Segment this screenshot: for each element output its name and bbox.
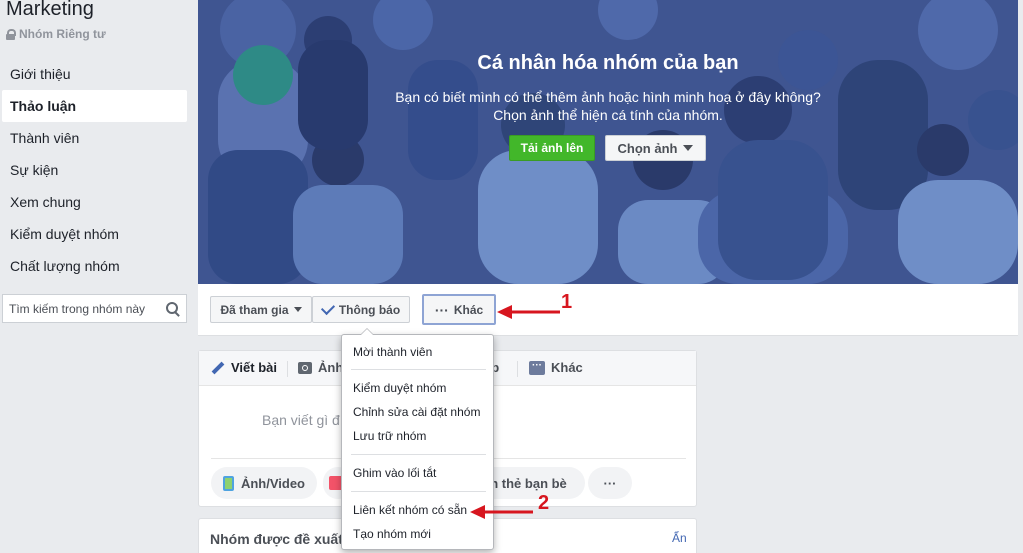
sidebar-item-watch-party[interactable]: Xem chung <box>0 186 187 218</box>
cover-title: Cá nhân hóa nhóm của bạn <box>477 52 739 74</box>
group-search-input[interactable] <box>9 301 159 316</box>
menu-item-pin-shortcut[interactable]: Ghim vào lối tắt <box>353 466 436 480</box>
more-options-chip[interactable]: ··· <box>588 467 632 499</box>
sidebar-item-members[interactable]: Thành viên <box>0 122 187 154</box>
check-icon <box>320 300 335 315</box>
tab-divider <box>517 361 518 377</box>
pencil-icon <box>211 361 225 374</box>
photo-icon <box>223 475 234 491</box>
more-dropdown-menu: Mời thành viên Kiểm duyệt nhóm Chỉnh sửa… <box>341 328 494 550</box>
lock-icon <box>6 28 16 40</box>
tab-photo[interactable]: Ảnh <box>298 360 343 375</box>
menu-item-archive-group[interactable]: Lưu trữ nhóm <box>353 429 426 443</box>
annotation-number-2: 2 <box>538 492 550 514</box>
group-name[interactable]: Marketing <box>6 0 94 21</box>
cover-description-2: Chọn ảnh thể hiện cá tính của nhóm. <box>493 107 723 123</box>
notifications-label: Thông báo <box>338 302 401 317</box>
menu-item-create-group[interactable]: Tạo nhóm mới <box>353 527 431 541</box>
tab-write-post[interactable]: Viết bài <box>211 360 277 375</box>
more-label: Khác <box>453 302 484 317</box>
group-action-bar: Đã tham gia Thông báo ··· Khác <box>198 284 1018 336</box>
photo-video-label: Ảnh/Video <box>240 475 305 491</box>
annotation-number-1: 1 <box>561 291 573 313</box>
tag-friends-label: ần thẻ bạn bè <box>483 475 567 491</box>
hide-link[interactable]: Ẩn <box>672 531 687 545</box>
sidebar-item-events[interactable]: Sự kiện <box>0 154 187 186</box>
menu-item-link-existing-group[interactable]: Liên kết nhóm có sẵn <box>353 503 467 517</box>
tab-write-post-label: Viết bài <box>231 360 278 375</box>
cover-photo-area: Cá nhân hóa nhóm của bạn Bạn có biết mìn… <box>198 0 1018 284</box>
choose-photo-button[interactable]: Chọn ảnh <box>605 135 706 161</box>
left-sidebar: Marketing Nhóm Riêng tư Giới thiệu Thảo … <box>0 0 190 553</box>
caret-down-icon <box>293 307 302 312</box>
notifications-button[interactable]: Thông báo <box>312 296 410 323</box>
joined-button[interactable]: Đã tham gia <box>210 296 312 323</box>
camera-icon <box>298 361 312 374</box>
sidebar-item-moderation[interactable]: Kiểm duyệt nhóm <box>0 218 187 250</box>
sidebar-item-about[interactable]: Giới thiệu <box>0 58 187 90</box>
suggested-groups-title: Nhóm được đề xuất <box>210 531 343 547</box>
photo-video-chip[interactable]: Ảnh/Video <box>211 467 317 499</box>
upload-photo-button[interactable]: Tải ảnh lên <box>509 135 595 161</box>
search-icon[interactable] <box>166 301 180 316</box>
tab-divider <box>287 361 288 377</box>
sidebar-item-discussion[interactable]: Thảo luận <box>2 90 187 122</box>
caret-down-icon <box>683 145 694 151</box>
joined-label: Đã tham gia <box>220 302 289 317</box>
more-button[interactable]: ··· Khác <box>422 294 496 325</box>
tab-photo-label: Ảnh <box>318 360 344 375</box>
more-dots-icon: ··· <box>603 475 617 491</box>
tab-more[interactable]: ··· Khác <box>529 360 583 375</box>
sidebar-nav: Giới thiệu Thảo luận Thành viên Sự kiện … <box>0 58 187 282</box>
composer-placeholder[interactable]: Bạn viết gì đ <box>262 412 340 428</box>
menu-separator <box>351 491 486 492</box>
tab-more-label: Khác <box>551 360 583 375</box>
menu-item-invite-members[interactable]: Mời thành viên <box>353 345 432 359</box>
menu-item-edit-settings[interactable]: Chỉnh sửa cài đặt nhóm <box>353 405 480 419</box>
choose-photo-label: Chọn ảnh <box>617 140 678 156</box>
sidebar-item-group-quality[interactable]: Chất lượng nhóm <box>0 250 187 282</box>
group-search-box <box>2 294 187 323</box>
menu-separator <box>351 454 486 455</box>
menu-item-moderation[interactable]: Kiểm duyệt nhóm <box>353 381 446 395</box>
cover-description: Bạn có biết mình có thể thêm ảnh hoặc hì… <box>395 89 821 105</box>
more-icon: ··· <box>529 360 545 375</box>
more-dots-icon: ··· <box>434 301 449 318</box>
privacy-label: Nhóm Riêng tư <box>19 27 106 41</box>
group-privacy: Nhóm Riêng tư <box>6 27 106 41</box>
menu-separator <box>351 369 486 370</box>
